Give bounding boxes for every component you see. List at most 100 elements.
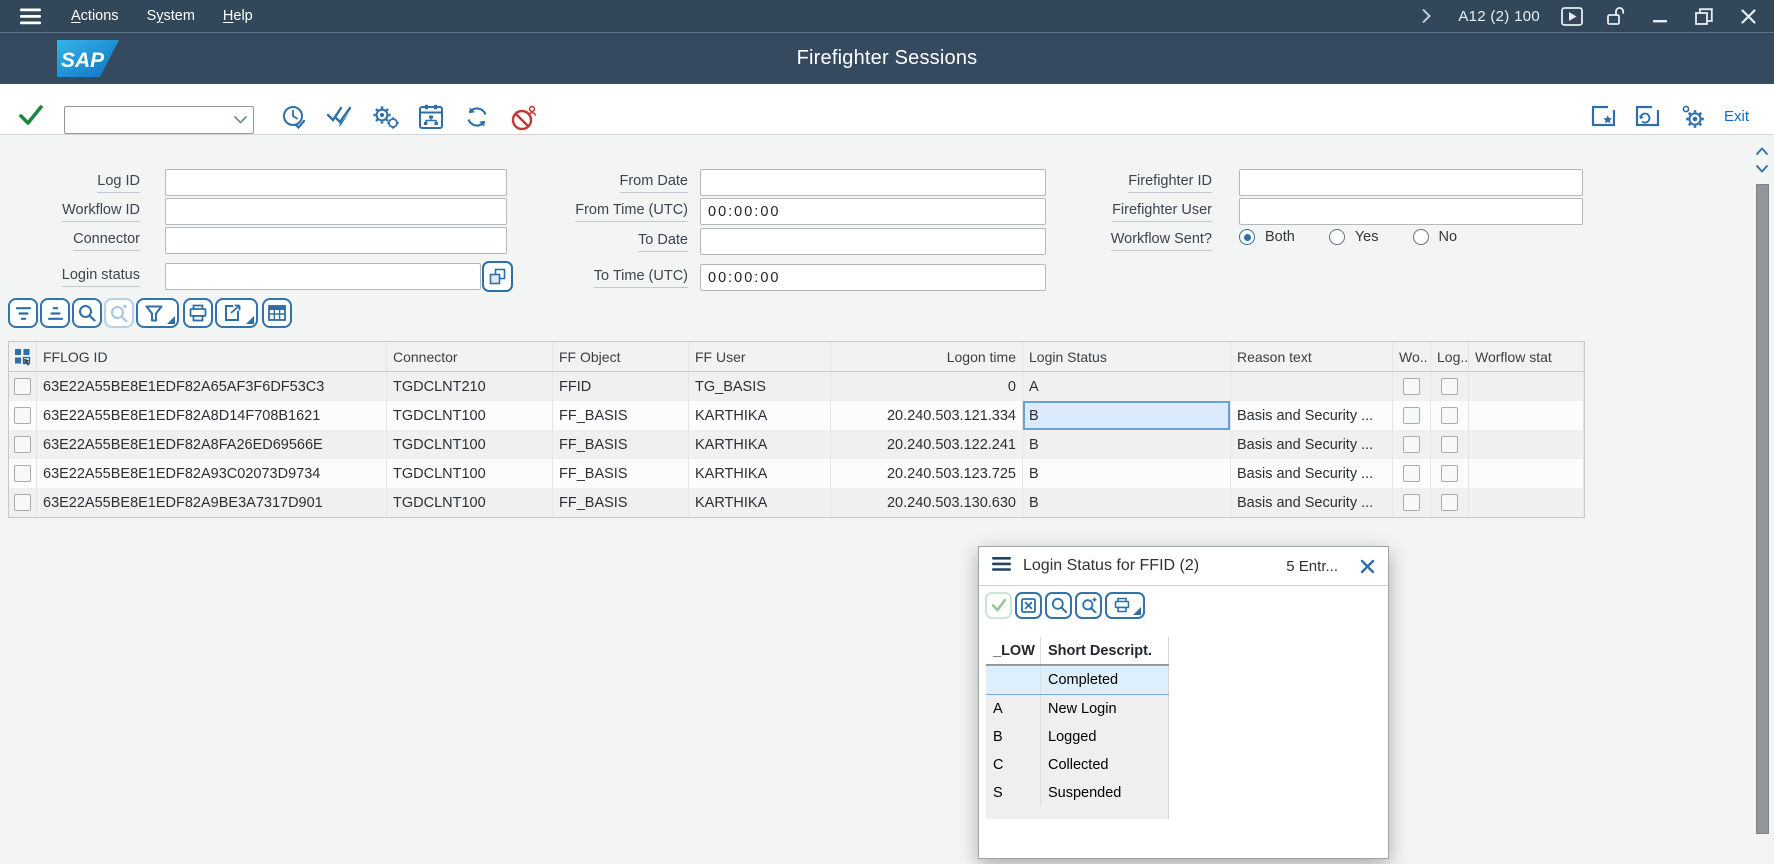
scroll-down-icon[interactable]: [1755, 162, 1769, 176]
from-date-input[interactable]: [700, 169, 1046, 196]
wo-checkbox[interactable]: [1403, 494, 1420, 511]
menu-item-actions[interactable]: Actions: [71, 8, 119, 24]
cell-login-status[interactable]: B: [1023, 459, 1231, 488]
cell-ff-object[interactable]: FF_BASIS: [553, 430, 689, 459]
cell-reason-text[interactable]: Basis and Security ...: [1231, 459, 1393, 488]
col-header-ff-object[interactable]: FF Object: [553, 342, 689, 372]
firefighter-restricted-icon[interactable]: [510, 104, 538, 132]
list-item[interactable]: S Suspended: [986, 779, 1169, 807]
log-checkbox[interactable]: [1441, 378, 1458, 395]
scrollbar-thumb[interactable]: [1756, 184, 1769, 834]
sort-descending-button[interactable]: [40, 298, 70, 328]
dialog-find-button[interactable]: [1045, 591, 1072, 619]
col-header-login-status[interactable]: Login Status: [1023, 342, 1231, 372]
cell-ff-object[interactable]: FF_BASIS: [553, 488, 689, 517]
cell-fflog-id[interactable]: 63E22A55BE8E1EDF82A8FA26ED69566E: [37, 430, 387, 459]
cell-login-status-selected[interactable]: B: [1023, 401, 1231, 430]
gears-icon[interactable]: [372, 104, 400, 130]
radio-no[interactable]: [1412, 229, 1429, 245]
dialog-close-icon[interactable]: [1360, 559, 1375, 574]
firefighter-id-input[interactable]: [1239, 169, 1583, 196]
row-select-checkbox[interactable]: [14, 407, 31, 424]
cell-login-status[interactable]: B: [1023, 488, 1231, 517]
cell-logon-time[interactable]: 0: [831, 372, 1023, 401]
enter-check-icon[interactable]: [18, 104, 44, 126]
cell-workflow-stat[interactable]: [1469, 401, 1584, 430]
cell-ff-user[interactable]: KARTHIKA: [689, 401, 831, 430]
export-button[interactable]: [215, 298, 258, 328]
cell-workflow-stat[interactable]: [1469, 430, 1584, 459]
cell-logon-time[interactable]: 20.240.503.130.630: [831, 488, 1023, 517]
cell-workflow-stat[interactable]: [1469, 488, 1584, 517]
cell-logon-time[interactable]: 20.240.503.123.725: [831, 459, 1023, 488]
cell-reason-text[interactable]: Basis and Security ...: [1231, 488, 1393, 517]
wo-checkbox[interactable]: [1403, 465, 1420, 482]
exit-button[interactable]: Exit: [1724, 108, 1749, 125]
col-header-reason-text[interactable]: Reason text: [1231, 342, 1393, 372]
col-header-connector[interactable]: Connector: [387, 342, 553, 372]
cell-fflog-id[interactable]: 63E22A55BE8E1EDF82A9BE3A7317D901: [37, 488, 387, 517]
cell-connector[interactable]: TGDCLNT100: [387, 401, 553, 430]
menu-item-system[interactable]: System: [147, 8, 195, 24]
list-item[interactable]: Completed: [986, 665, 1169, 695]
find-next-button[interactable]: [104, 298, 134, 328]
cell-ff-user[interactable]: TG_BASIS: [689, 372, 831, 401]
cell-ff-user[interactable]: KARTHIKA: [689, 488, 831, 517]
to-date-input[interactable]: [700, 228, 1046, 255]
row-select-checkbox[interactable]: [14, 378, 31, 395]
settings-gears-icon[interactable]: [1680, 104, 1706, 130]
radio-both[interactable]: [1239, 229, 1255, 245]
cell-fflog-id[interactable]: 63E22A55BE8E1EDF82A93C02073D9734: [37, 459, 387, 488]
row-select-checkbox[interactable]: [14, 436, 31, 453]
verify-edit-icon[interactable]: [326, 104, 354, 128]
scroll-up-icon[interactable]: [1755, 144, 1769, 158]
new-session-star-icon[interactable]: [1590, 104, 1616, 128]
from-time-input[interactable]: [700, 198, 1046, 225]
command-input[interactable]: [65, 109, 227, 131]
log-checkbox[interactable]: [1441, 465, 1458, 482]
col-header-workflow-stat[interactable]: Worflow stat: [1469, 342, 1584, 372]
dialog-accept-button[interactable]: [985, 591, 1012, 619]
find-button[interactable]: [72, 298, 102, 328]
col-header-log[interactable]: Log..: [1431, 342, 1469, 372]
menu-item-help[interactable]: Help: [223, 8, 253, 24]
gui-scripting-icon[interactable]: [1560, 4, 1584, 28]
cell-fflog-id[interactable]: 63E22A55BE8E1EDF82A8D14F708B1621: [37, 401, 387, 430]
col-header-wo[interactable]: Wo..: [1393, 342, 1431, 372]
log-id-input[interactable]: [165, 169, 507, 196]
variant-calendar-icon[interactable]: [418, 104, 444, 130]
expand-chevron-icon[interactable]: [1414, 4, 1438, 28]
select-all-icon[interactable]: [9, 342, 37, 372]
hamburger-menu-icon[interactable]: [20, 8, 41, 25]
cell-ff-object[interactable]: FF_BASIS: [553, 459, 689, 488]
radio-yes[interactable]: [1328, 229, 1345, 245]
connector-input[interactable]: [165, 227, 507, 254]
grid-view-button[interactable]: [262, 298, 292, 328]
cell-workflow-stat[interactable]: [1469, 459, 1584, 488]
vertical-scrollbar[interactable]: [1751, 138, 1773, 864]
restore-window-button[interactable]: [1692, 4, 1716, 28]
col-header-fflog-id[interactable]: FFLOG ID: [37, 342, 387, 372]
replace-session-icon[interactable]: [1634, 104, 1660, 128]
cell-connector[interactable]: TGDCLNT100: [387, 488, 553, 517]
to-time-input[interactable]: [700, 264, 1046, 291]
minimize-button[interactable]: [1648, 4, 1672, 28]
cell-login-status[interactable]: A: [1023, 372, 1231, 401]
cell-login-status[interactable]: B: [1023, 430, 1231, 459]
list-item[interactable]: B Logged: [986, 723, 1169, 751]
row-select-checkbox[interactable]: [14, 465, 31, 482]
col-header-ff-user[interactable]: FF User: [689, 342, 831, 372]
cell-ff-user[interactable]: KARTHIKA: [689, 430, 831, 459]
cell-ff-object[interactable]: FFID: [553, 372, 689, 401]
cell-logon-time[interactable]: 20.240.503.122.241: [831, 430, 1023, 459]
cell-ff-user[interactable]: KARTHIKA: [689, 459, 831, 488]
unlocked-padlock-icon[interactable]: [1604, 4, 1628, 28]
cell-ff-object[interactable]: FF_BASIS: [553, 401, 689, 430]
cell-fflog-id[interactable]: 63E22A55BE8E1EDF82A65AF3F6DF53C3: [37, 372, 387, 401]
wo-checkbox[interactable]: [1403, 407, 1420, 424]
cell-connector[interactable]: TGDCLNT100: [387, 430, 553, 459]
cell-connector[interactable]: TGDCLNT100: [387, 459, 553, 488]
refresh-icon[interactable]: [464, 104, 490, 130]
command-dropdown-icon[interactable]: [227, 116, 253, 124]
list-item[interactable]: C Collected: [986, 751, 1169, 779]
